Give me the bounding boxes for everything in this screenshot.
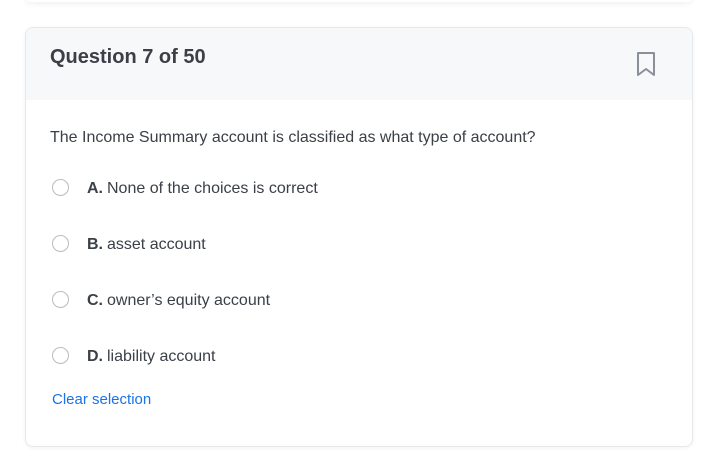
option-letter: A.: [87, 180, 103, 197]
previous-card-edge: [25, 0, 693, 2]
option-text: liability account: [107, 348, 216, 365]
option-b[interactable]: B. asset account: [52, 233, 452, 257]
question-number: Question 7 of 50: [50, 46, 206, 68]
option-letter: D.: [87, 348, 103, 365]
option-letter: B.: [87, 236, 103, 253]
radio-button[interactable]: [52, 347, 69, 364]
option-d[interactable]: D. liability account: [52, 345, 452, 369]
question-header: Question 7 of 50: [26, 28, 692, 100]
option-text: owner’s equity account: [107, 292, 271, 309]
radio-button[interactable]: [52, 179, 69, 196]
radio-button[interactable]: [52, 291, 69, 308]
option-text: None of the choices is correct: [107, 180, 318, 197]
clear-selection-link[interactable]: Clear selection: [52, 391, 151, 408]
radio-button[interactable]: [52, 235, 69, 252]
option-a[interactable]: A. None of the choices is correct: [52, 177, 452, 201]
question-text: The Income Summary account is classified…: [50, 129, 536, 146]
option-text: asset account: [107, 236, 206, 253]
option-c[interactable]: C. owner’s equity account: [52, 289, 452, 313]
bookmark-icon[interactable]: [634, 50, 658, 78]
question-card: Question 7 of 50 The Income Summary acco…: [25, 27, 693, 447]
option-letter: C.: [87, 292, 103, 309]
